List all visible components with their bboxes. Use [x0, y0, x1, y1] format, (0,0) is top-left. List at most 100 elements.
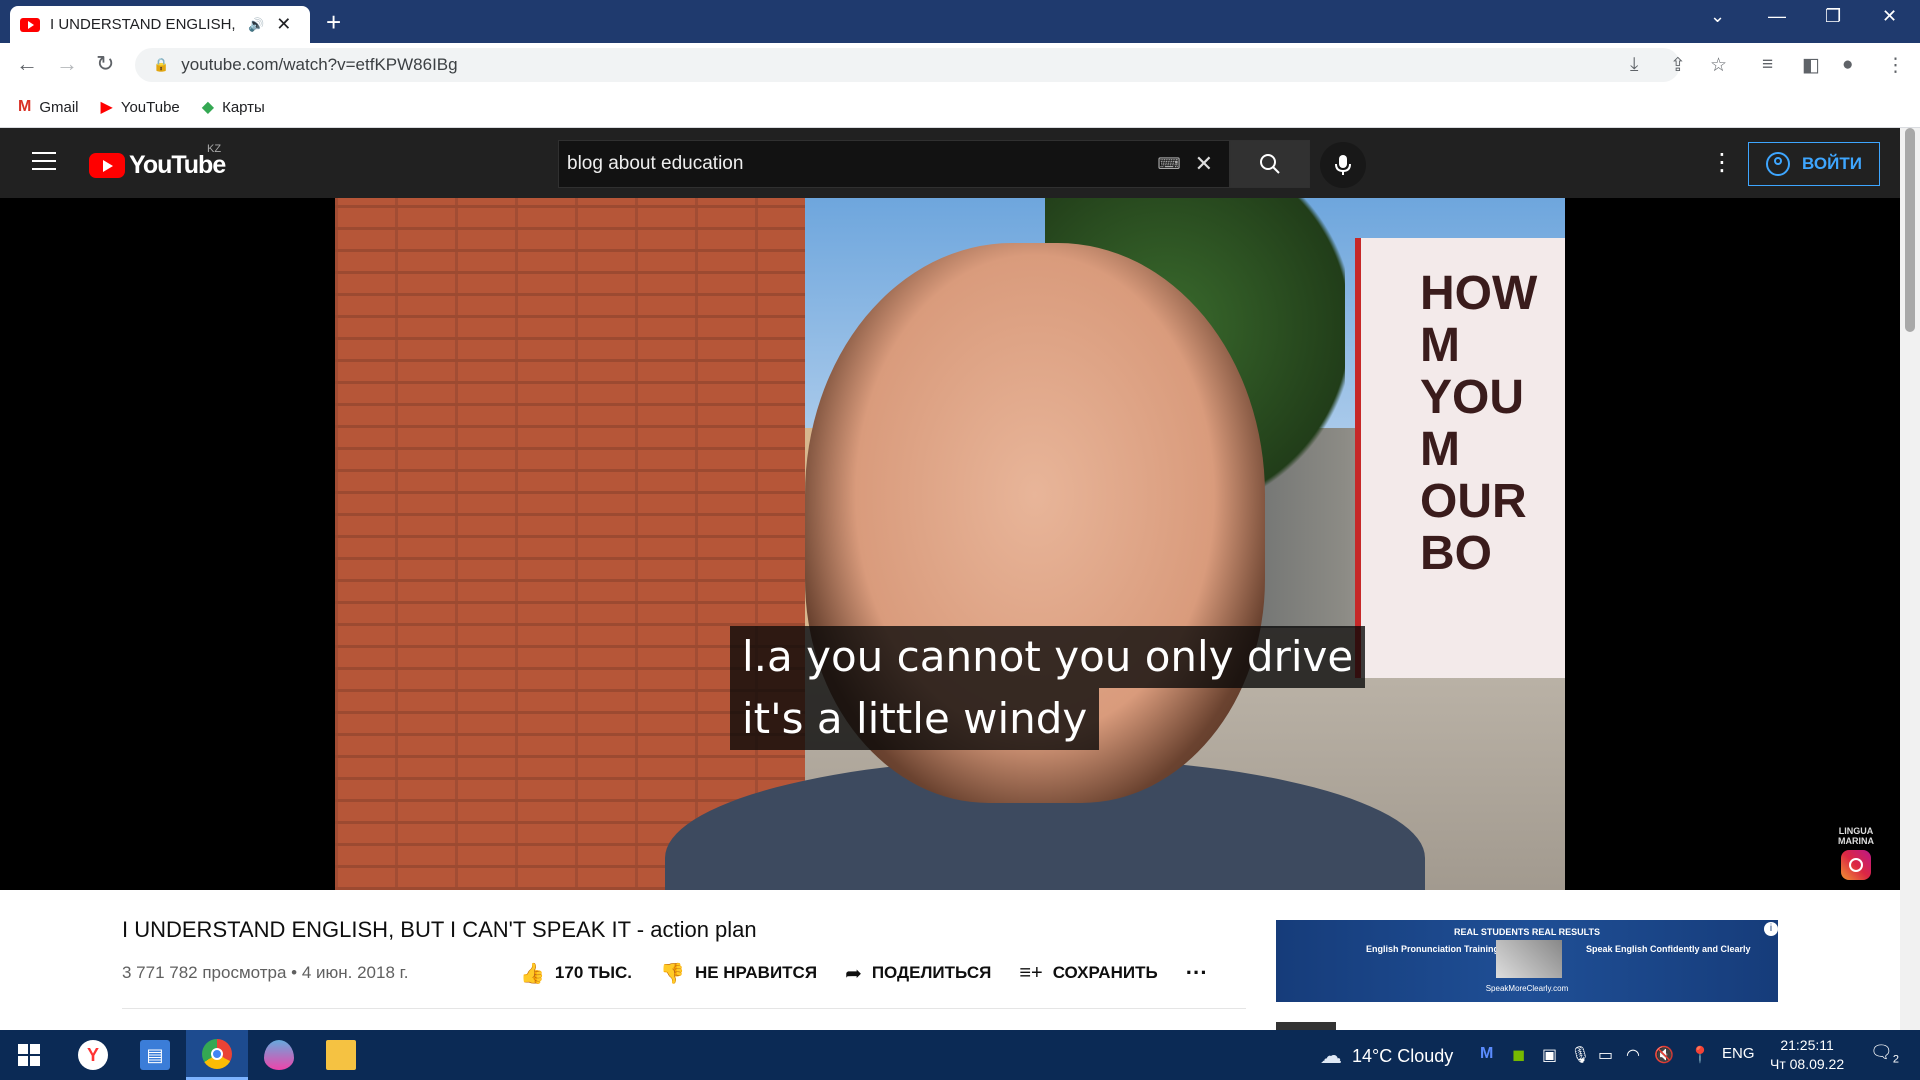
browser-tab[interactable]: I UNDERSTAND ENGLISH, BU 🔊 ✕	[10, 6, 310, 43]
forward-button[interactable]: →	[56, 51, 78, 77]
menu-icon[interactable]: ⋮	[1886, 54, 1905, 77]
search-button[interactable]	[1230, 140, 1310, 188]
taskbar-app-drop[interactable]	[248, 1030, 310, 1080]
install-icon[interactable]: ⤓	[1630, 54, 1638, 76]
bookmark-maps[interactable]: ◆ Карты	[202, 97, 265, 117]
new-tab-button[interactable]: +	[326, 7, 341, 38]
taskbar-explorer[interactable]	[310, 1030, 372, 1080]
dislike-button[interactable]: 👎 НЕ НРАВИТСЯ	[660, 961, 817, 986]
instagram-icon	[1841, 850, 1871, 880]
share-button[interactable]: ➦ ПОДЕЛИТЬСЯ	[845, 961, 991, 986]
caption-line-2: it's a little windy	[730, 688, 1100, 750]
url-text[interactable]: youtube.com/watch?v=etfKPW86IBg	[181, 55, 457, 75]
more-actions-icon[interactable]: ···	[1186, 960, 1208, 986]
minimize-button[interactable]: —	[1768, 6, 1786, 27]
youtube-icon: ▶	[100, 99, 113, 116]
scrollbar-thumb[interactable]	[1905, 128, 1915, 332]
ad-info-icon[interactable]: i	[1764, 922, 1778, 936]
keyboard-icon[interactable]: ⌨	[1157, 154, 1180, 174]
language-indicator[interactable]: ENG	[1722, 1045, 1755, 1062]
ad-image	[1496, 940, 1562, 978]
share-label: ПОДЕЛИТЬСЯ	[871, 963, 992, 982]
thumbs-down-icon: 👎	[660, 962, 685, 985]
clock-time: 21:25:11	[1780, 1037, 1834, 1053]
folder-icon	[326, 1040, 356, 1070]
wifi-icon[interactable]: ◠	[1626, 1045, 1640, 1065]
ad-right-text: Speak English Confidently and Clearly	[1586, 944, 1751, 954]
video-player[interactable]: HOW M YOU M OUR BO l.a you cannot you only…	[0, 198, 1900, 890]
account-icon	[1766, 152, 1791, 176]
search-input[interactable]	[567, 153, 1158, 175]
youtube-logo-text: YouTube	[129, 151, 226, 179]
video-frame[interactable]: HOW M YOU M OUR BO	[335, 198, 1565, 890]
bookmark-gmail[interactable]: M Gmail	[18, 98, 79, 116]
restore-button[interactable]: ❐	[1825, 6, 1841, 27]
audio-playing-icon[interactable]: 🔊	[248, 17, 264, 33]
channel-watermark[interactable]: LINGUA MARINA	[1838, 826, 1874, 880]
search-box[interactable]: ⌨ ✕	[558, 140, 1230, 188]
weather-text: 14°C Cloudy	[1352, 1045, 1454, 1066]
back-button[interactable]: ←	[16, 51, 38, 77]
taskbar-app[interactable]: ▤	[124, 1030, 186, 1080]
watermark-line-1: LINGUA	[1838, 826, 1874, 836]
like-button[interactable]: 👍 170 ТЫС.	[520, 961, 632, 986]
close-window-button[interactable]: ✕	[1882, 6, 1897, 27]
watermark-line-2: MARINA	[1838, 836, 1874, 846]
youtube-header: YouTube KZ ⌨ ✕ ⋮ ВОЙТИ	[0, 128, 1900, 198]
video-meta: 3 771 782 просмотра • 4 июн. 2018 г.	[122, 963, 409, 982]
windows-start-icon[interactable]	[18, 1044, 40, 1066]
video-captions: l.a you cannot you only drive it's a lit…	[730, 626, 1366, 750]
settings-menu-icon[interactable]: ⋮	[1710, 148, 1734, 177]
profile-icon[interactable]: ●	[1842, 54, 1853, 76]
reload-button[interactable]: ↻	[96, 51, 114, 77]
lock-icon[interactable]: 🔒	[153, 57, 169, 73]
video-title: I UNDERSTAND ENGLISH, BUT I CAN'T SPEAK …	[122, 917, 757, 942]
windows-taskbar: Y ▤ ☁ 14°C Cloudy M ◼ ▣ 🎙 ▭ ◠ 🔇 📍 ENG 21…	[0, 1030, 1920, 1080]
clear-search-icon[interactable]: ✕	[1195, 151, 1213, 177]
video-brick-wall	[335, 198, 805, 890]
taskbar-yandex[interactable]: Y	[62, 1030, 124, 1080]
media-control-icon[interactable]: ≡	[1762, 54, 1773, 76]
device-icon[interactable]: ▣	[1542, 1045, 1557, 1065]
tab-search-icon[interactable]: ⌄	[1710, 6, 1725, 27]
system-clock[interactable]: 21:25:11 Чт 08.09.22	[1770, 1036, 1844, 1074]
weather-widget[interactable]: ☁ 14°C Cloudy	[1320, 1043, 1453, 1069]
bookmark-star-icon[interactable]: ☆	[1710, 54, 1727, 77]
hamburger-menu-icon[interactable]	[32, 152, 56, 176]
close-tab-icon[interactable]: ✕	[276, 14, 291, 35]
voice-search-button[interactable]	[1320, 142, 1366, 188]
cloud-icon: ☁	[1320, 1043, 1342, 1068]
malwarebytes-icon[interactable]: M	[1480, 1045, 1493, 1063]
bookmarks-bar: M Gmail ▶ YouTube ◆ Карты	[0, 87, 1920, 128]
caption-line-1: l.a you cannot you only drive	[730, 626, 1366, 688]
gmail-icon: M	[18, 98, 32, 115]
tab-title: I UNDERSTAND ENGLISH, BU	[50, 16, 240, 33]
sign-in-button[interactable]: ВОЙТИ	[1748, 142, 1880, 186]
microphone-icon	[1335, 155, 1351, 175]
control-panel-icon: ▤	[140, 1040, 170, 1070]
ad-banner[interactable]: REAL STUDENTS REAL RESULTS English Pronu…	[1276, 920, 1778, 1002]
battery-icon[interactable]: ▭	[1598, 1045, 1613, 1065]
maps-icon: ◆	[201, 99, 215, 116]
youtube-logo[interactable]: YouTube KZ	[89, 143, 226, 180]
next-video-thumbnail[interactable]	[1276, 1022, 1336, 1030]
search-icon	[1260, 154, 1280, 174]
notifications-icon[interactable]: 🗨2	[1870, 1042, 1899, 1066]
save-button[interactable]: ≡+ СОХРАНИТЬ	[1019, 962, 1157, 985]
bookmark-youtube[interactable]: ▶ YouTube	[101, 97, 180, 117]
bookmark-label: Gmail	[39, 98, 79, 116]
browser-toolbar: ← → ↻ 🔒 youtube.com/watch?v=etfKPW86IBg …	[0, 43, 1920, 87]
divider	[122, 1008, 1246, 1009]
taskbar-chrome[interactable]	[186, 1030, 248, 1080]
nvidia-icon[interactable]: ◼	[1512, 1045, 1525, 1065]
add-to-playlist-icon: ≡+	[1019, 961, 1043, 984]
page-scrollbar[interactable]	[1900, 128, 1920, 1030]
share-icon[interactable]: ⇪	[1670, 54, 1686, 77]
location-icon[interactable]: 📍	[1690, 1045, 1710, 1065]
yandex-browser-icon: Y	[78, 1040, 108, 1070]
side-panel-icon[interactable]: ◧	[1802, 54, 1820, 77]
youtube-favicon-icon	[20, 17, 40, 32]
address-bar[interactable]: 🔒 youtube.com/watch?v=etfKPW86IBg	[135, 48, 1680, 82]
volume-muted-icon[interactable]: 🔇	[1654, 1045, 1674, 1065]
microphone-tray-icon[interactable]: 🎙	[1570, 1045, 1590, 1065]
